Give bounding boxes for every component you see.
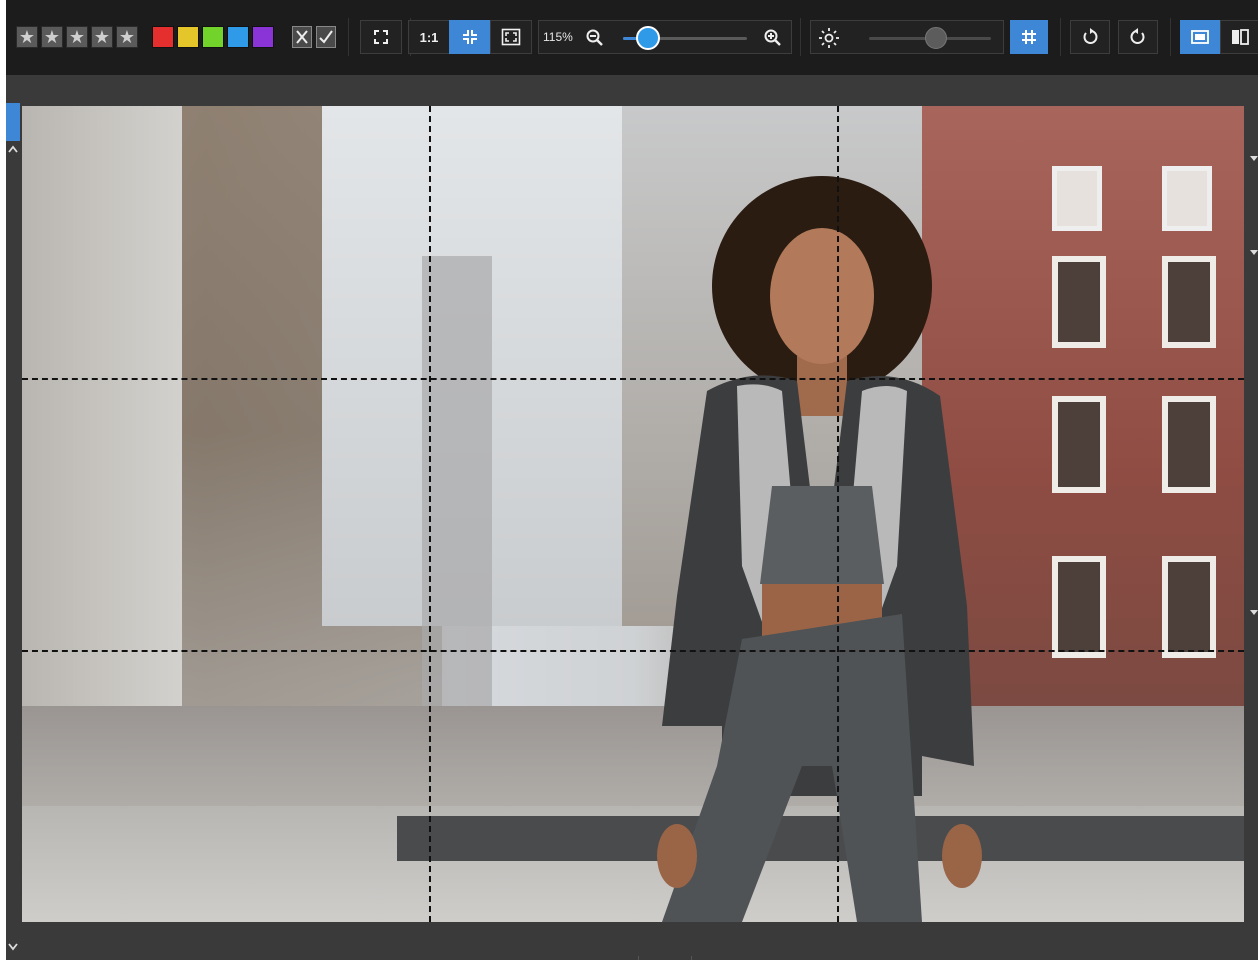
- compare-view-icon: [1231, 29, 1249, 45]
- brightness-slider-handle[interactable]: [925, 27, 948, 49]
- star-4-icon[interactable]: ★: [91, 26, 113, 48]
- star-1-icon[interactable]: ★: [16, 26, 38, 48]
- grid-line-horizontal: [22, 650, 1244, 652]
- toolbar-divider: [1170, 18, 1171, 56]
- rating-group: ★ ★ ★ ★ ★: [16, 20, 142, 54]
- portrait-subject: [657, 176, 982, 922]
- building-window: [1052, 256, 1106, 348]
- color-label-purple[interactable]: [252, 26, 274, 48]
- fit-to-window-button[interactable]: [449, 20, 491, 54]
- expand-icon: [501, 28, 521, 46]
- rotate-left-button[interactable]: [1070, 20, 1110, 54]
- color-label-green[interactable]: [202, 26, 224, 48]
- filmstrip-handle[interactable]: [638, 956, 692, 960]
- marker-down-icon: [1250, 156, 1258, 161]
- building-window: [1052, 396, 1106, 493]
- single-view-button[interactable]: [1180, 20, 1220, 54]
- reject-flag-icon[interactable]: [292, 26, 312, 48]
- star-3-icon[interactable]: ★: [66, 26, 88, 48]
- pick-flag-icon[interactable]: [316, 26, 336, 48]
- star-2-icon[interactable]: ★: [41, 26, 63, 48]
- chevron-up-icon[interactable]: [7, 144, 19, 154]
- building-window: [1052, 166, 1102, 231]
- building-window: [1162, 256, 1216, 348]
- color-label-red[interactable]: [152, 26, 174, 48]
- zoom-out-icon[interactable]: [585, 28, 605, 48]
- building-window: [1162, 166, 1212, 231]
- grid-line-vertical: [836, 106, 839, 922]
- single-view-icon: [1191, 30, 1209, 44]
- star-5-icon[interactable]: ★: [116, 26, 138, 48]
- building-window: [1052, 556, 1106, 658]
- marker-down-icon: [1250, 250, 1258, 255]
- toolbar: ★ ★ ★ ★ ★ 1:1 115%: [6, 0, 1258, 75]
- color-label-yellow[interactable]: [177, 26, 199, 48]
- actual-size-button[interactable]: 1:1: [408, 20, 450, 54]
- toolbar-divider: [348, 18, 349, 56]
- side-panel-tab[interactable]: [6, 103, 20, 141]
- rotate-left-icon: [1083, 28, 1098, 44]
- zoom-in-icon[interactable]: [763, 28, 783, 48]
- brightness-icon[interactable]: [818, 27, 840, 49]
- grid-hash-icon: [1022, 30, 1036, 44]
- color-label-blue[interactable]: [227, 26, 249, 48]
- fullscreen-button[interactable]: [360, 20, 402, 54]
- compare-view-button[interactable]: [1220, 20, 1258, 54]
- distant-tower: [422, 256, 492, 706]
- brightness-control: [810, 20, 1004, 54]
- zoom-level-label: 115%: [543, 30, 573, 44]
- chevron-down-icon[interactable]: [7, 942, 19, 952]
- toolbar-divider: [1060, 18, 1061, 56]
- zoom-slider-handle[interactable]: [635, 26, 660, 50]
- image-viewer-app: ★ ★ ★ ★ ★ 1:1 115%: [6, 0, 1258, 960]
- rotate-right-icon: [1130, 28, 1145, 44]
- color-label-group: [152, 20, 282, 54]
- photo-canvas[interactable]: [22, 106, 1244, 922]
- grid-overlay-button[interactable]: [1010, 20, 1048, 54]
- building-window: [1162, 556, 1216, 658]
- grid-line-horizontal: [22, 378, 1244, 380]
- fullscreen-icon: [374, 30, 388, 44]
- grid-line-vertical: [429, 106, 432, 922]
- fill-window-button[interactable]: [490, 20, 532, 54]
- shrink-icon: [463, 30, 477, 44]
- zoom-control: 115%: [538, 20, 792, 54]
- building-window: [1162, 396, 1216, 493]
- flag-group: [290, 20, 340, 54]
- toolbar-divider: [800, 18, 801, 56]
- rotate-right-button[interactable]: [1118, 20, 1158, 54]
- marker-down-icon: [1250, 610, 1258, 615]
